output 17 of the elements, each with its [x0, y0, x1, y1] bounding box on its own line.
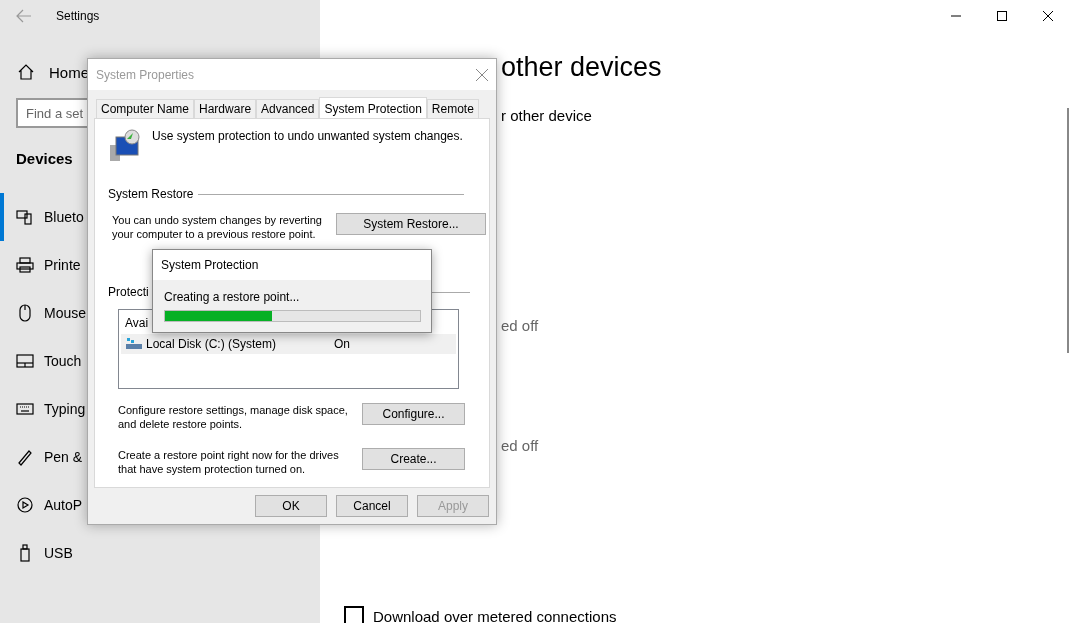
group-label: System Restore	[108, 187, 194, 201]
restore-description: You can undo system changes by reverting your computer to a previous restore point.	[112, 213, 323, 241]
checkbox-label: Download over metered connections	[373, 607, 617, 623]
group-label: Protecti	[108, 285, 149, 299]
dialog-title: System Properties	[96, 67, 195, 82]
intro-text: Use system protection to undo unwanted system changes.	[152, 129, 463, 143]
section-heading: Devices	[16, 150, 74, 167]
configure-description: Configure restore settings, manage disk space, and delete restore points.	[118, 403, 349, 431]
window-title: Settings	[56, 9, 100, 23]
column-header: Avai	[124, 315, 150, 332]
create-description: Create a restore point right now for the drives that have system protection turned on.	[118, 448, 340, 476]
progress-title: System Protection	[161, 258, 259, 272]
page-heading: other devices	[501, 52, 663, 83]
status-text: ed off	[501, 437, 540, 454]
progress-message: Creating a restore point...	[164, 290, 301, 304]
status-text: ed off	[501, 317, 540, 334]
add-device-text: r other device	[501, 107, 593, 124]
